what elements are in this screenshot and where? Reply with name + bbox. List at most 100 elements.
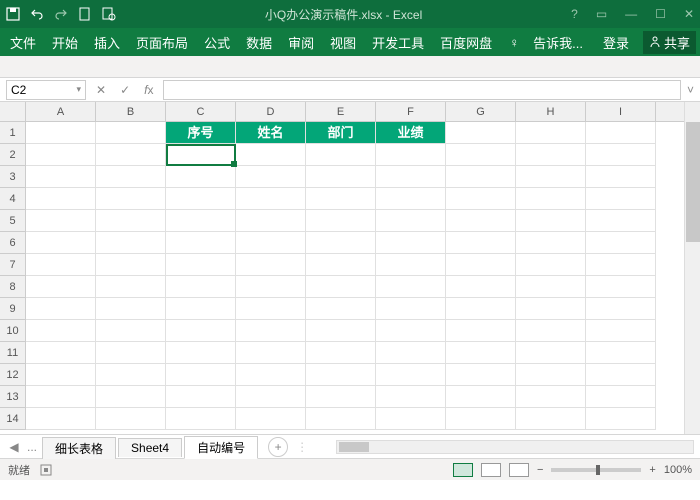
cell-E11[interactable] xyxy=(306,342,376,364)
cell-G9[interactable] xyxy=(446,298,516,320)
cell-A14[interactable] xyxy=(26,408,96,430)
sheet-nav-prev-icon[interactable]: ◀ xyxy=(6,440,22,454)
cell-D12[interactable] xyxy=(236,364,306,386)
cell-B9[interactable] xyxy=(96,298,166,320)
row-3[interactable]: 3 xyxy=(0,166,25,188)
cell-E7[interactable] xyxy=(306,254,376,276)
col-F[interactable]: F xyxy=(376,102,446,121)
cell-I9[interactable] xyxy=(586,298,656,320)
cell-A9[interactable] xyxy=(26,298,96,320)
tab-insert[interactable]: 插入 xyxy=(88,33,126,52)
cell-E8[interactable] xyxy=(306,276,376,298)
horizontal-scrollbar[interactable] xyxy=(336,440,694,454)
tab-page-layout[interactable]: 页面布局 xyxy=(130,33,194,52)
cell-F10[interactable] xyxy=(376,320,446,342)
cell-C10[interactable] xyxy=(166,320,236,342)
cell-F1[interactable]: 业绩 xyxy=(376,122,446,144)
cell-E2[interactable] xyxy=(306,144,376,166)
cell-F14[interactable] xyxy=(376,408,446,430)
cell-B14[interactable] xyxy=(96,408,166,430)
cell-H8[interactable] xyxy=(516,276,586,298)
select-all-corner[interactable] xyxy=(0,102,26,122)
zoom-slider[interactable] xyxy=(551,468,641,472)
cell-G7[interactable] xyxy=(446,254,516,276)
zoom-level[interactable]: 100% xyxy=(664,464,692,476)
cell-F9[interactable] xyxy=(376,298,446,320)
cell-I6[interactable] xyxy=(586,232,656,254)
cell-H3[interactable] xyxy=(516,166,586,188)
cell-G8[interactable] xyxy=(446,276,516,298)
cell-E12[interactable] xyxy=(306,364,376,386)
cell-G11[interactable] xyxy=(446,342,516,364)
cell-A3[interactable] xyxy=(26,166,96,188)
cell-F6[interactable] xyxy=(376,232,446,254)
cell-B8[interactable] xyxy=(96,276,166,298)
cell-I4[interactable] xyxy=(586,188,656,210)
cell-A7[interactable] xyxy=(26,254,96,276)
cell-E9[interactable] xyxy=(306,298,376,320)
cell-B10[interactable] xyxy=(96,320,166,342)
cell-H10[interactable] xyxy=(516,320,586,342)
cell-G1[interactable] xyxy=(446,122,516,144)
cell-A6[interactable] xyxy=(26,232,96,254)
col-H[interactable]: H xyxy=(516,102,586,121)
view-page-break-icon[interactable] xyxy=(509,463,529,477)
row-5[interactable]: 5 xyxy=(0,210,25,232)
cell-I2[interactable] xyxy=(586,144,656,166)
formula-bar[interactable] xyxy=(163,80,681,100)
sheet-tab-active[interactable]: 自动编号 xyxy=(184,436,258,459)
tell-me-icon[interactable]: ♀ xyxy=(509,35,519,50)
cell-D11[interactable] xyxy=(236,342,306,364)
minimize-icon[interactable]: — xyxy=(625,7,637,21)
cell-I8[interactable] xyxy=(586,276,656,298)
cell-C7[interactable] xyxy=(166,254,236,276)
cell-H9[interactable] xyxy=(516,298,586,320)
cell-C8[interactable] xyxy=(166,276,236,298)
cell-D8[interactable] xyxy=(236,276,306,298)
cell-D9[interactable] xyxy=(236,298,306,320)
cell-D4[interactable] xyxy=(236,188,306,210)
ribbon-toggle-icon[interactable]: ▭ xyxy=(596,7,607,21)
cell-C11[interactable] xyxy=(166,342,236,364)
row-7[interactable]: 7 xyxy=(0,254,25,276)
col-I[interactable]: I xyxy=(586,102,656,121)
cancel-formula-icon[interactable]: ✕ xyxy=(92,83,110,97)
cell-F4[interactable] xyxy=(376,188,446,210)
cell-I14[interactable] xyxy=(586,408,656,430)
cell-A5[interactable] xyxy=(26,210,96,232)
cell-D7[interactable] xyxy=(236,254,306,276)
cell-E5[interactable] xyxy=(306,210,376,232)
row-4[interactable]: 4 xyxy=(0,188,25,210)
cell-F13[interactable] xyxy=(376,386,446,408)
cell-F8[interactable] xyxy=(376,276,446,298)
cell-B4[interactable] xyxy=(96,188,166,210)
cell-B7[interactable] xyxy=(96,254,166,276)
cell-D2[interactable] xyxy=(236,144,306,166)
cell-I3[interactable] xyxy=(586,166,656,188)
cell-D6[interactable] xyxy=(236,232,306,254)
cell-B13[interactable] xyxy=(96,386,166,408)
cell-G13[interactable] xyxy=(446,386,516,408)
cell-H13[interactable] xyxy=(516,386,586,408)
cell-F2[interactable] xyxy=(376,144,446,166)
redo-icon[interactable] xyxy=(54,7,68,21)
cell-G6[interactable] xyxy=(446,232,516,254)
row-12[interactable]: 12 xyxy=(0,364,25,386)
cell-A12[interactable] xyxy=(26,364,96,386)
share-button[interactable]: 共享 xyxy=(643,31,696,54)
cell-G10[interactable] xyxy=(446,320,516,342)
cell-B6[interactable] xyxy=(96,232,166,254)
tell-me[interactable]: 告诉我... xyxy=(527,33,589,52)
cell-B2[interactable] xyxy=(96,144,166,166)
cell-E13[interactable] xyxy=(306,386,376,408)
cell-F12[interactable] xyxy=(376,364,446,386)
cell-H1[interactable] xyxy=(516,122,586,144)
sheet-tab[interactable]: Sheet4 xyxy=(118,438,182,457)
add-sheet-button[interactable]: + xyxy=(268,437,288,457)
cell-C14[interactable] xyxy=(166,408,236,430)
cell-grid[interactable]: 序号姓名部门业绩 xyxy=(26,122,684,434)
cell-H14[interactable] xyxy=(516,408,586,430)
cell-F5[interactable] xyxy=(376,210,446,232)
cell-D3[interactable] xyxy=(236,166,306,188)
new-doc-icon[interactable] xyxy=(78,7,92,21)
